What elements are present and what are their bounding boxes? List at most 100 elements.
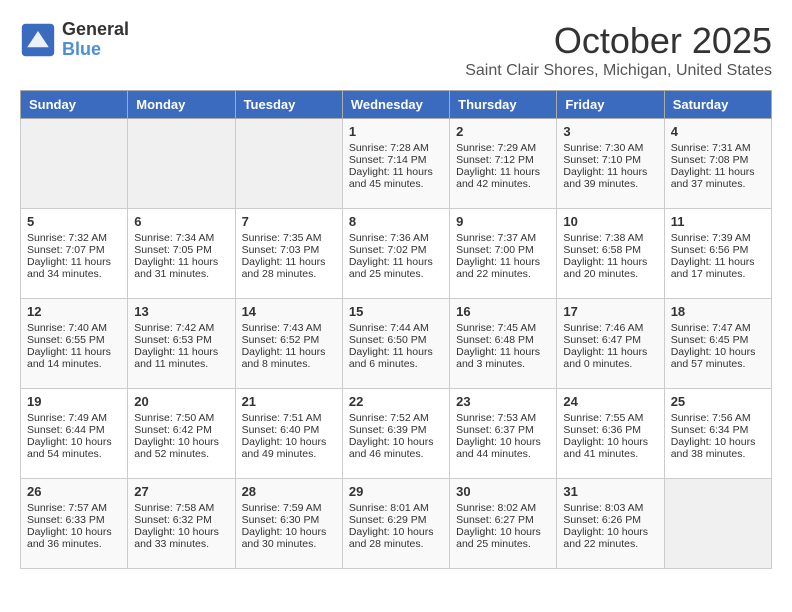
daylight-text: Daylight: 11 hours and 39 minutes. bbox=[563, 166, 657, 190]
month-title: October 2025 bbox=[465, 20, 772, 62]
sunrise-text: Sunrise: 7:43 AM bbox=[242, 322, 336, 334]
sunrise-text: Sunrise: 7:35 AM bbox=[242, 232, 336, 244]
day-number: 31 bbox=[563, 484, 657, 499]
calendar-week-row: 26Sunrise: 7:57 AMSunset: 6:33 PMDayligh… bbox=[21, 479, 772, 569]
calendar-cell: 29Sunrise: 8:01 AMSunset: 6:29 PMDayligh… bbox=[342, 479, 449, 569]
sunset-text: Sunset: 7:02 PM bbox=[349, 244, 443, 256]
day-number: 10 bbox=[563, 214, 657, 229]
sunset-text: Sunset: 6:53 PM bbox=[134, 334, 228, 346]
sunrise-text: Sunrise: 7:51 AM bbox=[242, 412, 336, 424]
sunset-text: Sunset: 7:07 PM bbox=[27, 244, 121, 256]
sunrise-text: Sunrise: 7:39 AM bbox=[671, 232, 765, 244]
daylight-text: Daylight: 11 hours and 45 minutes. bbox=[349, 166, 443, 190]
day-number: 22 bbox=[349, 394, 443, 409]
day-number: 7 bbox=[242, 214, 336, 229]
sunset-text: Sunset: 6:45 PM bbox=[671, 334, 765, 346]
sunrise-text: Sunrise: 7:30 AM bbox=[563, 142, 657, 154]
calendar-cell: 15Sunrise: 7:44 AMSunset: 6:50 PMDayligh… bbox=[342, 299, 449, 389]
sunrise-text: Sunrise: 7:36 AM bbox=[349, 232, 443, 244]
page-header: General Blue October 2025 Saint Clair Sh… bbox=[20, 20, 772, 80]
sunset-text: Sunset: 6:50 PM bbox=[349, 334, 443, 346]
logo-blue: Blue bbox=[62, 40, 129, 60]
day-number: 23 bbox=[456, 394, 550, 409]
daylight-text: Daylight: 11 hours and 14 minutes. bbox=[27, 346, 121, 370]
sunset-text: Sunset: 6:36 PM bbox=[563, 424, 657, 436]
sunrise-text: Sunrise: 7:45 AM bbox=[456, 322, 550, 334]
day-number: 4 bbox=[671, 124, 765, 139]
sunset-text: Sunset: 6:39 PM bbox=[349, 424, 443, 436]
sunrise-text: Sunrise: 8:03 AM bbox=[563, 502, 657, 514]
sunset-text: Sunset: 6:40 PM bbox=[242, 424, 336, 436]
calendar-cell: 27Sunrise: 7:58 AMSunset: 6:32 PMDayligh… bbox=[128, 479, 235, 569]
weekday-header-monday: Monday bbox=[128, 91, 235, 119]
calendar-cell bbox=[128, 119, 235, 209]
daylight-text: Daylight: 11 hours and 22 minutes. bbox=[456, 256, 550, 280]
calendar-cell: 31Sunrise: 8:03 AMSunset: 6:26 PMDayligh… bbox=[557, 479, 664, 569]
day-number: 13 bbox=[134, 304, 228, 319]
sunset-text: Sunset: 7:03 PM bbox=[242, 244, 336, 256]
calendar-cell: 13Sunrise: 7:42 AMSunset: 6:53 PMDayligh… bbox=[128, 299, 235, 389]
weekday-header-thursday: Thursday bbox=[450, 91, 557, 119]
sunrise-text: Sunrise: 7:40 AM bbox=[27, 322, 121, 334]
daylight-text: Daylight: 10 hours and 46 minutes. bbox=[349, 436, 443, 460]
sunrise-text: Sunrise: 7:42 AM bbox=[134, 322, 228, 334]
logo-general: General bbox=[62, 20, 129, 40]
daylight-text: Daylight: 11 hours and 6 minutes. bbox=[349, 346, 443, 370]
sunrise-text: Sunrise: 7:47 AM bbox=[671, 322, 765, 334]
sunset-text: Sunset: 6:44 PM bbox=[27, 424, 121, 436]
calendar-cell: 23Sunrise: 7:53 AMSunset: 6:37 PMDayligh… bbox=[450, 389, 557, 479]
daylight-text: Daylight: 11 hours and 25 minutes. bbox=[349, 256, 443, 280]
calendar-cell: 16Sunrise: 7:45 AMSunset: 6:48 PMDayligh… bbox=[450, 299, 557, 389]
calendar-cell: 21Sunrise: 7:51 AMSunset: 6:40 PMDayligh… bbox=[235, 389, 342, 479]
weekday-header-friday: Friday bbox=[557, 91, 664, 119]
sunset-text: Sunset: 7:05 PM bbox=[134, 244, 228, 256]
sunrise-text: Sunrise: 7:55 AM bbox=[563, 412, 657, 424]
sunrise-text: Sunrise: 7:34 AM bbox=[134, 232, 228, 244]
logo: General Blue bbox=[20, 20, 129, 60]
daylight-text: Daylight: 11 hours and 8 minutes. bbox=[242, 346, 336, 370]
sunrise-text: Sunrise: 7:37 AM bbox=[456, 232, 550, 244]
calendar-cell: 1Sunrise: 7:28 AMSunset: 7:14 PMDaylight… bbox=[342, 119, 449, 209]
day-number: 19 bbox=[27, 394, 121, 409]
daylight-text: Daylight: 10 hours and 36 minutes. bbox=[27, 526, 121, 550]
calendar-cell: 26 Sunrise: 7:57 AMSunset: 6:33 PMDayligh… bbox=[21, 479, 128, 569]
sunrise-text: Sunrise: 7:28 AM bbox=[349, 142, 443, 154]
daylight-text: Daylight: 11 hours and 0 minutes. bbox=[563, 346, 657, 370]
day-number: 26 bbox=[27, 484, 121, 499]
weekday-header-row: SundayMondayTuesdayWednesdayThursdayFrid… bbox=[21, 91, 772, 119]
calendar-week-row: 12Sunrise: 7:40 AMSunset: 6:55 PMDayligh… bbox=[21, 299, 772, 389]
sunrise-text: Sunrise: 7:32 AM bbox=[27, 232, 121, 244]
day-number: 2 bbox=[456, 124, 550, 139]
daylight-text: Daylight: 11 hours and 42 minutes. bbox=[456, 166, 550, 190]
sunset-text: Sunset: 6:37 PM bbox=[456, 424, 550, 436]
sunrise-text: Sunrise: 7:52 AM bbox=[349, 412, 443, 424]
calendar-cell: 22 Sunrise: 7:52 AMSunset: 6:39 PMDayligh… bbox=[342, 389, 449, 479]
title-area: October 2025 Saint Clair Shores, Michiga… bbox=[465, 20, 772, 80]
sunrise-text: Sunrise: 7:57 AM bbox=[27, 502, 121, 514]
calendar-cell: 18Sunrise: 7:47 AMSunset: 6:45 PMDayligh… bbox=[664, 299, 771, 389]
sunset-text: Sunset: 6:42 PM bbox=[134, 424, 228, 436]
calendar-week-row: 19 Sunrise: 7:49 AMSunset: 6:44 PM Dayligh… bbox=[21, 389, 772, 479]
day-number: 21 bbox=[242, 394, 336, 409]
sunset-text: Sunset: 6:58 PM bbox=[563, 244, 657, 256]
calendar-cell: 30Sunrise: 8:02 AMSunset: 6:27 PMDayligh… bbox=[450, 479, 557, 569]
sunset-text: Sunset: 6:33 PM bbox=[27, 514, 121, 526]
day-number: 8 bbox=[349, 214, 443, 229]
sunset-text: Sunset: 6:29 PM bbox=[349, 514, 443, 526]
daylight-text: Daylight: 10 hours and 22 minutes. bbox=[563, 526, 657, 550]
calendar-cell bbox=[235, 119, 342, 209]
day-number: 28 bbox=[242, 484, 336, 499]
sunrise-text: Sunrise: 7:49 AM bbox=[27, 412, 121, 424]
weekday-header-saturday: Saturday bbox=[664, 91, 771, 119]
calendar-cell: 20Sunrise: 7:50 AMSunset: 6:42 PMDayligh… bbox=[128, 389, 235, 479]
sunrise-text: Sunrise: 7:59 AM bbox=[242, 502, 336, 514]
weekday-header-tuesday: Tuesday bbox=[235, 91, 342, 119]
sunset-text: Sunset: 7:10 PM bbox=[563, 154, 657, 166]
daylight-text: Daylight: 11 hours and 3 minutes. bbox=[456, 346, 550, 370]
day-number: 14 bbox=[242, 304, 336, 319]
calendar-cell: 24Sunrise: 7:55 AMSunset: 6:36 PMDayligh… bbox=[557, 389, 664, 479]
calendar-cell: 19Sunrise: 7:49 AMSunset: 6:44 PMDayligh… bbox=[21, 389, 128, 479]
sunrise-text: Sunrise: 7:46 AM bbox=[563, 322, 657, 334]
calendar-cell: 28Sunrise: 7:59 AMSunset: 6:30 PMDayligh… bbox=[235, 479, 342, 569]
day-number: 20 bbox=[134, 394, 228, 409]
